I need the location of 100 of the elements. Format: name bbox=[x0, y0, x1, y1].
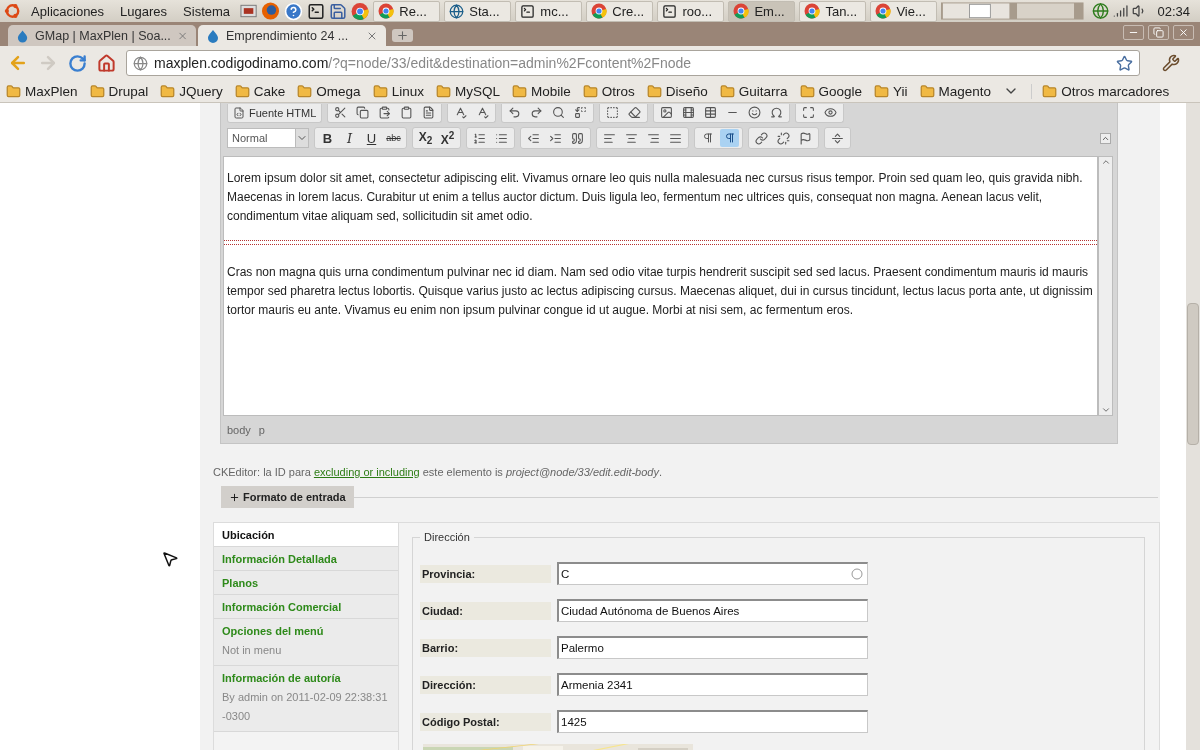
workspace-switcher-icon[interactable] bbox=[941, 2, 1084, 20]
paragraph: Cras non magna quis urna condimentum pulvinar nec id diam. Nam sed odio vitae turpis hendrerit suscipit sed sed lacus. Praesent condimentum mauris id mauris tempor sed pharetra lectus lobortis. Quisque varius justo ac lectus adipiscing cursus. Maecenas aliquet, dui in cursus tincidunt, lectus lacus porta ante, ut dignissim tortor mauris eu ante. Vivamus eu enim non ipsum pulvinar congue id ut augue. Morbi at nisi sem, ac fermentum eros. bbox=[227, 264, 1093, 319]
format-dropdown[interactable]: Normal bbox=[227, 128, 309, 148]
text-style-button[interactable]: I bbox=[340, 129, 359, 147]
taskbar-button[interactable]: roo... bbox=[657, 0, 725, 22]
taskbar-button[interactable]: Em... bbox=[728, 0, 796, 22]
chrome-icon bbox=[733, 3, 750, 19]
source-button[interactable]: Fuente HTML bbox=[231, 103, 319, 122]
bookmark-folder[interactable]: Diseño bbox=[646, 83, 708, 99]
text-input[interactable]: Armenia 2341 bbox=[557, 673, 868, 696]
scrollbar[interactable] bbox=[1098, 156, 1113, 416]
firefox-icon[interactable] bbox=[261, 1, 281, 21]
mouse-cursor-icon bbox=[161, 550, 179, 568]
text-style-button[interactable]: abc bbox=[384, 129, 403, 147]
taskbar-button[interactable]: Tan... bbox=[799, 0, 867, 22]
bookmark-folder[interactable]: Cake bbox=[234, 83, 286, 99]
bookmark-folder[interactable]: JQuery bbox=[160, 83, 223, 99]
panel-menu[interactable]: Lugares bbox=[114, 3, 174, 19]
minimize-button[interactable] bbox=[1123, 25, 1144, 40]
taskbar-button[interactable]: Cre... bbox=[586, 0, 654, 22]
ubuntu-logo-icon[interactable] bbox=[4, 2, 22, 20]
bookmark-folder[interactable]: Mobile bbox=[511, 83, 571, 99]
terminal-icon bbox=[307, 1, 326, 21]
folder-icon bbox=[1042, 83, 1058, 99]
script-button[interactable]: X$_{2}$ bbox=[416, 129, 435, 147]
text-style-button[interactable]: B bbox=[318, 129, 337, 147]
align-center-icon bbox=[625, 131, 638, 145]
redo-icon bbox=[530, 106, 544, 119]
vertical-tab[interactable]: Información Comercial bbox=[214, 595, 398, 619]
field-label: Dirección: bbox=[420, 675, 551, 694]
taskbar-button[interactable]: Re... bbox=[373, 0, 441, 22]
field-label: Provincia: bbox=[420, 564, 551, 583]
tab-title: Información de autoría bbox=[222, 672, 342, 684]
taskbar-button[interactable]: Vie... bbox=[870, 0, 938, 22]
page-scrollbar[interactable] bbox=[1186, 103, 1200, 750]
vertical-tab[interactable]: Ubicación bbox=[214, 523, 398, 547]
bookmark-folder[interactable]: Drupal bbox=[89, 83, 149, 99]
align-left-icon bbox=[603, 131, 616, 145]
home-button[interactable] bbox=[97, 53, 116, 73]
text-input[interactable]: C bbox=[557, 562, 868, 585]
bookmark-folder[interactable]: Yii bbox=[874, 83, 908, 99]
exclusion-link[interactable]: excluding or including bbox=[313, 466, 420, 478]
element-path-item[interactable]: body bbox=[227, 423, 251, 436]
link-button[interactable] bbox=[752, 129, 771, 147]
preview-icon bbox=[824, 106, 838, 119]
close-button[interactable] bbox=[1173, 25, 1194, 40]
unlink-button[interactable] bbox=[774, 129, 793, 147]
text-input[interactable]: Palermo bbox=[557, 636, 868, 659]
terminal-icon bbox=[662, 3, 678, 19]
text-input[interactable]: 1425 bbox=[557, 710, 868, 733]
eraser-icon bbox=[628, 106, 642, 119]
vertical-tab[interactable]: Planos bbox=[214, 571, 398, 595]
text-input[interactable]: Ciudad Autónoma de Buenos Aires bbox=[557, 599, 868, 622]
input-format-toggle[interactable]: Formato de entrada bbox=[221, 486, 354, 508]
panel-menu[interactable]: Sistema bbox=[177, 3, 237, 19]
bookmark-folder[interactable]: Linux bbox=[372, 83, 424, 99]
reload-button[interactable] bbox=[68, 53, 87, 73]
tab-title: Información Comercial bbox=[222, 601, 343, 613]
image-icon bbox=[660, 106, 674, 119]
select-icon bbox=[606, 106, 620, 119]
taskbar-button[interactable]: Sta... bbox=[444, 0, 512, 22]
star-icon bbox=[1116, 54, 1133, 72]
floppy-icon bbox=[329, 1, 348, 21]
clipboard-icon bbox=[400, 106, 414, 119]
bookmark-folder[interactable]: MySQL bbox=[435, 83, 500, 99]
new-tab-button[interactable] bbox=[392, 29, 413, 42]
bookmark-folder[interactable]: MaxPlen bbox=[6, 83, 78, 99]
folder-icon bbox=[582, 83, 598, 99]
browser-tab[interactable]: GMap | MaxPlen | Soa... bbox=[8, 25, 196, 46]
smiley-icon bbox=[748, 106, 762, 119]
text-direction-button[interactable] bbox=[720, 129, 739, 147]
scissors-icon bbox=[334, 106, 348, 119]
taskbar-button[interactable]: mc... bbox=[515, 0, 583, 22]
bookmark-folder[interactable]: Omega bbox=[297, 83, 361, 99]
pilcrow-icon bbox=[701, 132, 714, 144]
bookmark-folder[interactable]: Magento bbox=[919, 83, 992, 99]
bookmark-folder[interactable]: Google bbox=[799, 83, 863, 99]
code-file-icon bbox=[233, 106, 245, 119]
bookmark-folder[interactable]: Otros marcadores bbox=[1031, 83, 1170, 99]
field-label: Código Postal: bbox=[420, 712, 551, 731]
field-label: Barrio: bbox=[420, 638, 551, 657]
vertical-tab[interactable]: Información Detallada bbox=[214, 547, 398, 571]
bookmark-folder[interactable]: Guitarra bbox=[719, 83, 788, 99]
script-button[interactable]: X$^{2}$ bbox=[438, 129, 457, 147]
outdent-icon bbox=[527, 131, 540, 145]
bookmark-folder[interactable]: Otros bbox=[582, 83, 635, 99]
editor-content[interactable] bbox=[223, 156, 1098, 416]
help-icon[interactable] bbox=[284, 1, 304, 21]
app-launcher-icon[interactable] bbox=[240, 2, 258, 20]
address-bar[interactable]: maxplen.codigodinamo.com/?q=node/33/edit&destination=admin%2Fcontent%2Fnode bbox=[126, 50, 1140, 76]
chevron-down-icon bbox=[1100, 405, 1111, 415]
collapse-toolbar-button[interactable] bbox=[1100, 132, 1111, 144]
restore-button[interactable] bbox=[1148, 25, 1169, 40]
folder-icon bbox=[646, 83, 662, 99]
browser-tab[interactable]: Emprendimiento 24 ... bbox=[198, 25, 386, 46]
vertical-tab[interactable]: Opciones del menú Not in menu bbox=[214, 619, 398, 666]
text-style-button[interactable]: U bbox=[362, 129, 381, 147]
element-path-item[interactable]: p bbox=[258, 423, 265, 436]
vertical-tab[interactable]: Información de autoría By admin on 2011-02-09 22:38:31 -0300 bbox=[214, 666, 398, 732]
panel-menu[interactable]: Aplicaciones bbox=[25, 3, 111, 19]
